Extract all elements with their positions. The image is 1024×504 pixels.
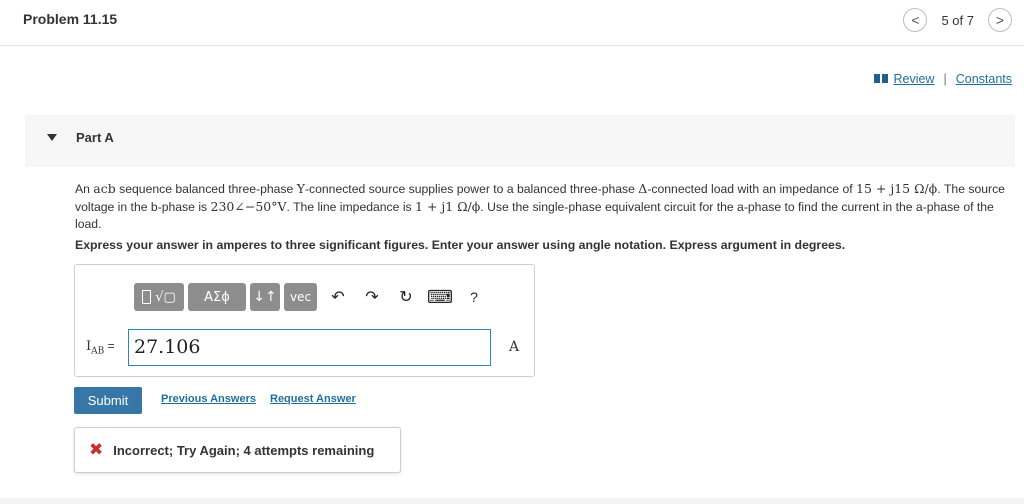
request-answer-link[interactable]: Request Answer — [270, 393, 356, 405]
link-separator: | — [943, 72, 947, 86]
previous-answers-link[interactable]: Previous Answers — [161, 393, 256, 405]
pager-text: 5 of 7 — [941, 12, 974, 28]
instructions: Express your answer in amperes to three … — [75, 238, 846, 252]
templates-button[interactable]: √▢ — [134, 283, 184, 311]
feedback-box: ✖ Incorrect; Try Again; 4 attempts remai… — [74, 427, 401, 473]
pager: < 5 of 7 > — [903, 8, 1012, 32]
math-line-impedance: 1 + j1 Ω/ϕ — [415, 199, 481, 214]
math-sequence: acb — [93, 181, 116, 196]
problem-statement: An acb sequence balanced three-phase Y-c… — [75, 180, 1005, 233]
answer-input[interactable]: 27.106 — [128, 329, 491, 366]
answer-unit: A — [509, 339, 520, 355]
error-x-icon: ✖ — [89, 440, 104, 460]
problem-header: Problem 11.15 < 5 of 7 > — [0, 0, 1024, 46]
problem-text-2: sequence balanced three-phase — [115, 182, 297, 196]
problem-text-3: -connected source supplies power to a ba… — [304, 182, 639, 196]
redo-icon[interactable]: ↷ — [355, 283, 389, 311]
math-y: Y — [296, 181, 305, 196]
help-icon[interactable]: ? — [457, 283, 491, 311]
problem-text-4: -connected load with an impedance of — [647, 182, 857, 196]
answer-box: √▢ ΑΣϕ ↓↑ vec ↶ ↷ ↻ ⌨ ? IAB = 27.106 A — [74, 264, 535, 377]
book-icon — [874, 74, 889, 84]
keyboard-icon[interactable]: ⌨ — [423, 283, 457, 311]
previous-problem-button[interactable]: < — [903, 8, 928, 32]
chevron-left-icon: < — [911, 12, 920, 28]
review-link[interactable]: Review — [893, 72, 934, 86]
footer-divider — [0, 498, 1024, 504]
part-a-header[interactable]: Part A — [25, 115, 1015, 167]
caret-down-icon[interactable] — [47, 134, 57, 141]
math-delta: Δ — [638, 181, 648, 196]
subscript-superscript-button[interactable]: ↓↑ — [250, 283, 280, 311]
feedback-text: Incorrect; Try Again; 4 attempts remaini… — [113, 442, 375, 458]
problem-text-1: An — [75, 182, 94, 196]
template-square-icon — [142, 290, 152, 304]
greek-symbols-button[interactable]: ΑΣϕ — [188, 283, 246, 311]
next-problem-button[interactable]: > — [988, 8, 1012, 32]
submit-button[interactable]: Submit — [74, 387, 142, 414]
answer-label-equals: = — [104, 339, 115, 353]
resource-links: Review | Constants — [874, 72, 1012, 86]
math-load-impedance: 15 + j15 Ω/ϕ — [856, 181, 938, 196]
problem-text-6: . The line impedance is — [286, 200, 416, 214]
vector-button[interactable]: vec — [284, 283, 317, 311]
answer-label-subscript: AB — [91, 346, 105, 357]
part-label: Part A — [76, 130, 114, 145]
undo-icon[interactable]: ↶ — [321, 283, 355, 311]
answer-label: IAB = — [86, 339, 115, 357]
reset-icon[interactable]: ↻ — [389, 283, 423, 311]
chevron-right-icon: > — [995, 12, 1005, 28]
math-source-voltage: 230∠−50°V — [210, 199, 287, 214]
sqrt-icon: √▢ — [155, 289, 176, 305]
problem-title: Problem 11.15 — [23, 11, 118, 27]
math-toolbar: √▢ ΑΣϕ ↓↑ vec ↶ ↷ ↻ ⌨ ? — [134, 283, 491, 311]
constants-link[interactable]: Constants — [956, 72, 1012, 86]
